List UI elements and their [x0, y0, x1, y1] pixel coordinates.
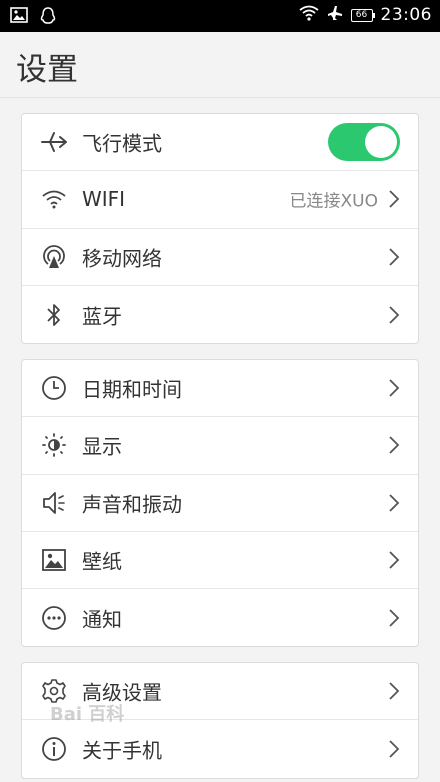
info-icon — [40, 735, 68, 763]
status-bar: 66 23:06 — [0, 0, 440, 32]
date-time-row[interactable]: 日期和时间 — [22, 360, 418, 418]
mobile-network-row[interactable]: 移动网络 — [22, 229, 418, 286]
mobile-network-label: 移动网络 — [82, 246, 162, 271]
wifi-status: 已连接XUO — [289, 191, 378, 212]
chevron-right-icon — [389, 609, 400, 627]
notification-icon — [40, 604, 68, 632]
chevron-right-icon — [389, 551, 400, 569]
advanced-settings-row[interactable]: 高级设置 — [22, 663, 418, 721]
chevron-right-icon — [389, 436, 400, 455]
display-label: 显示 — [82, 434, 122, 459]
image-icon — [10, 7, 28, 29]
header: 设置 — [0, 32, 440, 98]
wallpaper-icon — [40, 546, 68, 574]
sound-vibration-label: 声音和振动 — [82, 492, 182, 517]
chevron-right-icon — [389, 682, 400, 700]
chevron-right-icon — [389, 740, 400, 758]
wallpaper-row[interactable]: 壁纸 — [22, 532, 418, 590]
toggle-knob — [365, 126, 397, 159]
wifi-label: WIFI — [82, 187, 126, 212]
bluetooth-label: 蓝牙 — [82, 304, 122, 329]
clock-time: 23:06 — [380, 5, 432, 25]
about-phone-label: 关于手机 — [82, 738, 162, 763]
settings-group-system: 高级设置 关于手机 — [21, 662, 419, 779]
gear-icon — [40, 677, 68, 705]
sound-vibration-row[interactable]: 声音和振动 — [22, 475, 418, 532]
sound-icon — [40, 489, 68, 517]
airplane-mode-toggle[interactable] — [328, 123, 400, 162]
battery-icon: 66 — [350, 8, 375, 22]
bluetooth-icon — [40, 301, 68, 329]
airplane-mode-label: 飞行模式 — [82, 131, 162, 156]
clock-icon — [40, 374, 68, 402]
wifi-icon — [298, 5, 319, 25]
chevron-right-icon — [389, 248, 400, 266]
bluetooth-row[interactable]: 蓝牙 — [22, 286, 418, 343]
wallpaper-label: 壁纸 — [82, 549, 122, 574]
settings-group-connectivity: 飞行模式 WIFI 已连接XUO 移动网络 蓝牙 — [21, 113, 419, 345]
page-title: 设置 — [16, 52, 78, 88]
chevron-right-icon — [389, 494, 400, 512]
wifi-row[interactable]: WIFI 已连接XUO — [22, 171, 418, 229]
about-phone-row[interactable]: 关于手机 — [22, 720, 418, 777]
advanced-settings-label: 高级设置 — [82, 680, 162, 705]
display-row[interactable]: 显示 — [22, 417, 418, 475]
chevron-right-icon — [389, 190, 400, 209]
brightness-icon — [40, 431, 68, 459]
notification-row[interactable]: 通知 — [22, 589, 418, 646]
airplane-icon — [327, 5, 343, 25]
notification-label: 通知 — [82, 607, 122, 632]
chevron-right-icon — [389, 305, 400, 324]
chevron-right-icon — [389, 379, 400, 397]
settings-group-device: 日期和时间 显示 声音和振动 壁纸 通知 — [21, 359, 419, 648]
airplane-icon — [40, 128, 68, 156]
qq-icon — [40, 7, 56, 29]
date-time-label: 日期和时间 — [82, 377, 182, 402]
wifi-icon — [40, 185, 68, 213]
mobile-network-icon — [40, 243, 68, 271]
airplane-mode-row[interactable]: 飞行模式 — [22, 114, 418, 172]
